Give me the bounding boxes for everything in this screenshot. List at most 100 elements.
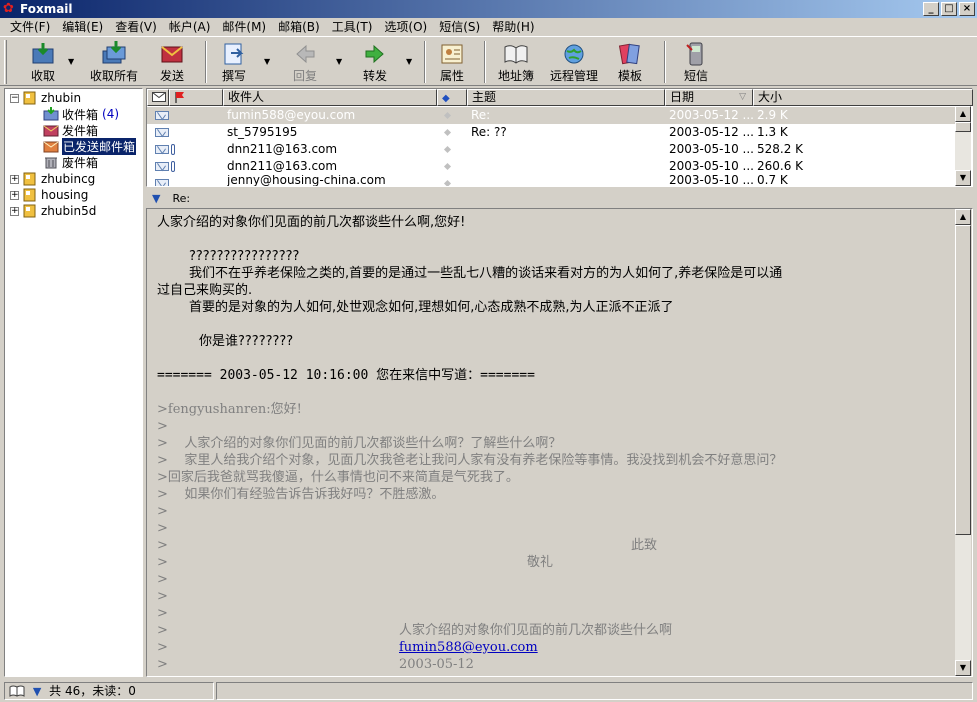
send-button[interactable]: 发送: [152, 39, 192, 85]
message-count: 共 46，未读：0: [49, 684, 136, 698]
tree-account-zhubin[interactable]: − zhubin: [10, 90, 81, 106]
book-icon[interactable]: [9, 685, 25, 697]
receive-button[interactable]: 收取: [22, 39, 64, 85]
attachment-icon: [171, 144, 175, 155]
menu-help[interactable]: 帮助(H): [486, 18, 540, 36]
reply-icon: [296, 44, 315, 64]
address-book-button[interactable]: 地址簿: [494, 39, 538, 85]
trash-icon: [45, 157, 57, 169]
tree-account-zhubin5d[interactable]: + zhubin5d: [10, 203, 96, 219]
toolbar: 收取 ▼ 收取所有 发送 撰写 ▼ 回复 ▼ 转发 ▼ 属性 地址簿 远程管理: [0, 36, 977, 86]
title-bar: ✿ Foxmail _ □ ×: [0, 0, 977, 18]
read-envelope-icon: [155, 179, 169, 186]
preview-scrollbar[interactable]: ▲ ▼: [955, 209, 971, 676]
send-icon: [161, 46, 183, 63]
scroll-thumb[interactable]: [955, 122, 971, 132]
account-icon: [23, 91, 36, 105]
reply-button[interactable]: 回复: [284, 39, 326, 85]
templates-icon: [618, 43, 640, 65]
properties-button[interactable]: 属性: [434, 39, 470, 85]
account-icon: [23, 204, 36, 218]
expand-toggle[interactable]: +: [10, 174, 19, 184]
remote-manage-icon: [564, 44, 584, 64]
compose-button[interactable]: 撰写: [216, 39, 252, 85]
menu-edit[interactable]: 编辑(E): [56, 18, 109, 36]
forward-button[interactable]: 转发: [354, 39, 396, 85]
properties-icon: [441, 44, 463, 64]
priority-icon: [443, 145, 452, 154]
list-scrollbar[interactable]: ▲ ▼: [955, 106, 971, 186]
menu-account[interactable]: 帐户(A): [163, 18, 217, 36]
account-icon: [23, 172, 36, 186]
read-envelope-icon: [155, 145, 169, 154]
collapse-toggle[interactable]: −: [10, 93, 19, 103]
scroll-thumb[interactable]: [955, 225, 971, 535]
tree-folder-inbox[interactable]: 收件箱 (4): [43, 106, 119, 122]
folder-tree: − zhubin 收件箱 (4) 发件箱 已发送邮件箱 废件箱 + zhubin…: [4, 88, 143, 677]
scroll-down-button[interactable]: ▼: [955, 170, 971, 186]
scroll-down-button[interactable]: ▼: [955, 660, 971, 676]
table-row[interactable]: dnn211@163.com 2003-05-10 ... 528.2 K: [147, 141, 955, 158]
close-button[interactable]: ×: [959, 2, 975, 16]
column-flag[interactable]: [169, 89, 223, 106]
toolbar-separator: [424, 41, 426, 83]
expand-toggle[interactable]: +: [10, 206, 19, 216]
tree-account-zhubincg[interactable]: + zhubincg: [10, 171, 95, 187]
column-priority[interactable]: ◆: [437, 89, 467, 106]
read-envelope-icon: [155, 128, 169, 137]
window-title: Foxmail: [20, 2, 73, 16]
toolbar-separator: [484, 41, 486, 83]
sender-email-link[interactable]: fumin588@eyou.com: [399, 639, 538, 656]
priority-column-icon: ◆: [442, 93, 450, 104]
unread-count: (4): [102, 107, 120, 121]
menu-sms[interactable]: 短信(S): [433, 18, 486, 36]
toolbar-grip[interactable]: [4, 40, 7, 84]
receive-all-button[interactable]: 收取所有: [86, 39, 142, 85]
column-size[interactable]: 大小: [753, 89, 973, 106]
scroll-up-button[interactable]: ▲: [955, 106, 971, 122]
menu-view[interactable]: 查看(V): [109, 18, 163, 36]
menu-file[interactable]: 文件(F): [4, 18, 56, 36]
foxmail-logo-icon: ✿: [3, 1, 14, 16]
expand-toggle[interactable]: +: [10, 190, 19, 200]
remote-manage-button[interactable]: 远程管理: [546, 39, 602, 85]
column-read-status[interactable]: [147, 89, 169, 106]
menu-mail[interactable]: 邮件(M): [216, 18, 272, 36]
scroll-up-button[interactable]: ▲: [955, 209, 971, 225]
table-row[interactable]: dnn211@163.com 2003-05-10 ... 260.6 K: [147, 158, 955, 175]
sent-folder-icon: [43, 141, 59, 153]
column-date[interactable]: 日期 ▽: [665, 89, 753, 106]
preview-subject: Re:: [172, 191, 191, 205]
list-header: 收件人 ◆ 主题 日期 ▽ 大小: [147, 89, 973, 106]
tree-folder-outbox[interactable]: 发件箱: [43, 122, 98, 138]
table-row[interactable]: jenny@housing-china.com 2003-05-10 ... 0…: [147, 175, 955, 186]
column-recipient[interactable]: 收件人: [223, 89, 437, 106]
menu-mailbox[interactable]: 邮箱(B): [272, 18, 326, 36]
outbox-icon: [43, 125, 59, 137]
priority-icon: [443, 162, 452, 171]
forward-dropdown-arrow[interactable]: ▼: [406, 57, 412, 66]
receive-dropdown-arrow[interactable]: ▼: [68, 57, 74, 66]
priority-icon: [443, 128, 452, 137]
templates-button[interactable]: 模板: [612, 39, 648, 85]
column-subject[interactable]: 主题: [467, 89, 665, 106]
message-list: 收件人 ◆ 主题 日期 ▽ 大小 fumin588@eyou.com Re: 2…: [146, 88, 973, 187]
reply-dropdown-arrow[interactable]: ▼: [336, 57, 342, 66]
maximize-button[interactable]: □: [941, 2, 957, 16]
tree-folder-trash[interactable]: 废件箱: [43, 154, 98, 170]
tree-account-housing[interactable]: + housing: [10, 187, 88, 203]
table-row[interactable]: st_5795195 Re: ?? 2003-05-12 ... 1.3 K: [147, 124, 955, 141]
message-preview[interactable]: 人家介绍的对象你们见面的前几次都谈些什么啊,您好! ??????????????…: [146, 208, 973, 677]
minimize-button[interactable]: _: [923, 2, 939, 16]
sms-button[interactable]: 短信: [678, 39, 714, 85]
chevron-down-icon[interactable]: ▼: [33, 685, 41, 698]
compose-icon: [224, 43, 244, 65]
compose-dropdown-arrow[interactable]: ▼: [264, 57, 270, 66]
read-envelope-icon: [155, 111, 169, 120]
tree-folder-sent[interactable]: 已发送邮件箱: [43, 137, 137, 155]
menu-options[interactable]: 选项(O): [378, 18, 433, 36]
menu-tools[interactable]: 工具(T): [326, 18, 379, 36]
chevron-down-icon[interactable]: ▼: [152, 192, 160, 205]
receive-all-icon: [102, 41, 126, 64]
table-row[interactable]: fumin588@eyou.com Re: 2003-05-12 ... 2.9…: [147, 107, 955, 124]
